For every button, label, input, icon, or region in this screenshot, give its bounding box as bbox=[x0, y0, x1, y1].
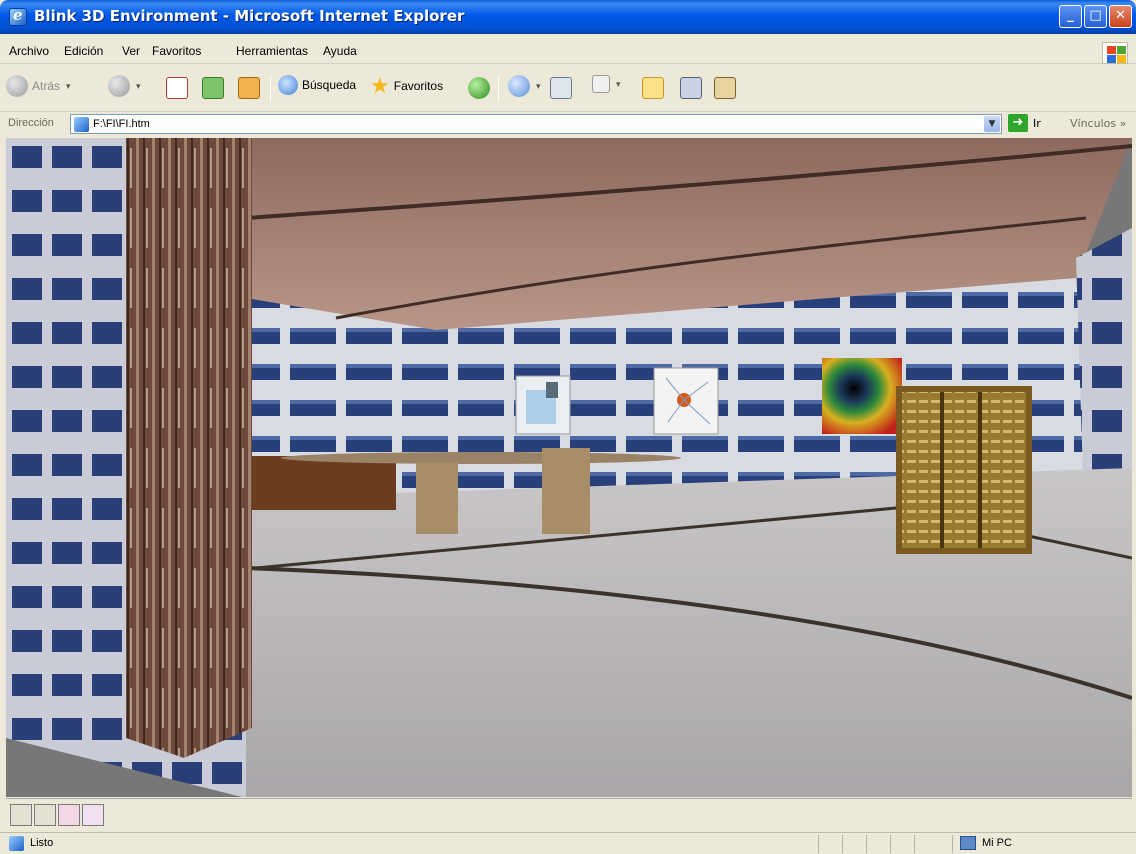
toolbar-separator bbox=[498, 76, 499, 102]
status-divider bbox=[866, 835, 867, 853]
address-input[interactable]: F:\FI\FI.htm ▼ bbox=[70, 114, 1002, 134]
edit-dropdown-icon[interactable]: ▾ bbox=[616, 79, 621, 90]
chat-icon[interactable] bbox=[82, 804, 104, 826]
side-table bbox=[246, 456, 396, 510]
status-bar: Listo Mi PC bbox=[0, 832, 1136, 854]
close-button[interactable]: ✕ bbox=[1109, 5, 1132, 28]
status-divider bbox=[914, 835, 915, 853]
3d-viewport[interactable] bbox=[6, 138, 1132, 797]
back-arrow-icon bbox=[6, 75, 28, 97]
print-icon[interactable] bbox=[550, 77, 572, 99]
standard-toolbar: Atrás ▾ ▾ Búsqueda ★ Favoritos ▾ ▾ bbox=[0, 66, 1136, 112]
forward-arrow-icon bbox=[108, 75, 130, 97]
ie-icon bbox=[9, 6, 27, 26]
edit-button[interactable]: ▾ bbox=[592, 75, 621, 93]
maximize-button[interactable]: □ bbox=[1084, 5, 1107, 28]
mail-dropdown-icon[interactable]: ▾ bbox=[536, 81, 541, 92]
search-icon bbox=[278, 75, 298, 95]
links-label: Vínculos bbox=[1070, 117, 1117, 130]
mail-button[interactable]: ▾ bbox=[508, 75, 541, 97]
menu-edicion[interactable]: Edición bbox=[64, 44, 103, 58]
browser-window: Blink 3D Environment - Microsoft Interne… bbox=[0, 0, 1136, 854]
walk-mode-icon[interactable] bbox=[10, 804, 32, 826]
menu-herramientas[interactable]: Herramientas bbox=[236, 44, 308, 58]
bookshelf bbox=[896, 386, 1032, 554]
windows-logo-icon bbox=[1102, 42, 1128, 64]
table-leg bbox=[416, 462, 458, 534]
poster-fractal[interactable] bbox=[822, 358, 902, 434]
window-title: Blink 3D Environment - Microsoft Interne… bbox=[34, 7, 465, 25]
discuss-icon[interactable] bbox=[642, 77, 664, 99]
history-icon[interactable] bbox=[468, 77, 490, 99]
menu-bar: Archivo Edición Ver Favoritos Herramient… bbox=[0, 38, 1136, 64]
poster-network[interactable] bbox=[653, 367, 719, 435]
search-label: Búsqueda bbox=[302, 78, 357, 92]
menu-favoritos[interactable]: Favoritos bbox=[152, 44, 201, 58]
address-dropdown-icon[interactable]: ▼ bbox=[984, 116, 1000, 132]
avatar-icon[interactable] bbox=[58, 804, 80, 826]
toolbar-separator bbox=[270, 76, 271, 102]
security-zone: Mi PC bbox=[982, 837, 1012, 849]
favorites-button[interactable]: ★ Favoritos bbox=[370, 75, 443, 97]
fly-mode-icon[interactable] bbox=[34, 804, 56, 826]
search-button[interactable]: Búsqueda bbox=[278, 75, 356, 95]
refresh-icon[interactable] bbox=[202, 77, 224, 99]
status-divider bbox=[952, 835, 953, 853]
conference-table-top bbox=[281, 452, 681, 464]
go-button[interactable]: ➜ Ir bbox=[1008, 114, 1041, 132]
messenger-icon[interactable] bbox=[680, 77, 702, 99]
home-icon[interactable] bbox=[238, 77, 260, 99]
address-label: Dirección bbox=[8, 117, 54, 129]
links-toolbar[interactable]: Vínculos » bbox=[1070, 117, 1126, 130]
go-arrow-icon: ➜ bbox=[1008, 114, 1028, 132]
research-icon[interactable] bbox=[714, 77, 736, 99]
page-icon bbox=[74, 117, 89, 132]
address-bar: Dirección F:\FI\FI.htm ▼ ➜ Ir Vínculos » bbox=[0, 112, 1136, 136]
go-label: Ir bbox=[1033, 116, 1041, 130]
back-button[interactable]: Atrás ▾ bbox=[6, 75, 71, 97]
scene-canvas[interactable] bbox=[6, 138, 1132, 797]
mail-icon bbox=[508, 75, 530, 97]
status-divider bbox=[890, 835, 891, 853]
menu-ayuda[interactable]: Ayuda bbox=[323, 44, 357, 58]
forward-button[interactable]: ▾ bbox=[108, 75, 141, 97]
poster-water-tank[interactable] bbox=[515, 375, 571, 435]
stop-icon[interactable] bbox=[166, 77, 188, 99]
address-url[interactable]: F:\FI\FI.htm bbox=[93, 118, 150, 130]
page-status-icon bbox=[9, 836, 24, 851]
edit-icon bbox=[592, 75, 610, 93]
status-divider bbox=[818, 835, 819, 853]
menu-archivo[interactable]: Archivo bbox=[9, 44, 49, 58]
viewer-controls bbox=[6, 798, 1132, 830]
minimize-button[interactable]: _ bbox=[1059, 5, 1082, 28]
pillar bbox=[126, 138, 252, 758]
table-leg bbox=[542, 448, 590, 534]
title-bar[interactable]: Blink 3D Environment - Microsoft Interne… bbox=[0, 0, 1136, 34]
back-dropdown-icon[interactable]: ▾ bbox=[66, 81, 71, 92]
forward-dropdown-icon[interactable]: ▾ bbox=[136, 81, 141, 92]
computer-icon bbox=[960, 836, 976, 850]
star-icon: ★ bbox=[370, 73, 390, 98]
back-label: Atrás bbox=[32, 79, 61, 93]
status-divider bbox=[842, 835, 843, 853]
favorites-label: Favoritos bbox=[393, 79, 444, 93]
status-text: Listo bbox=[30, 837, 54, 849]
menu-ver[interactable]: Ver bbox=[122, 44, 140, 58]
